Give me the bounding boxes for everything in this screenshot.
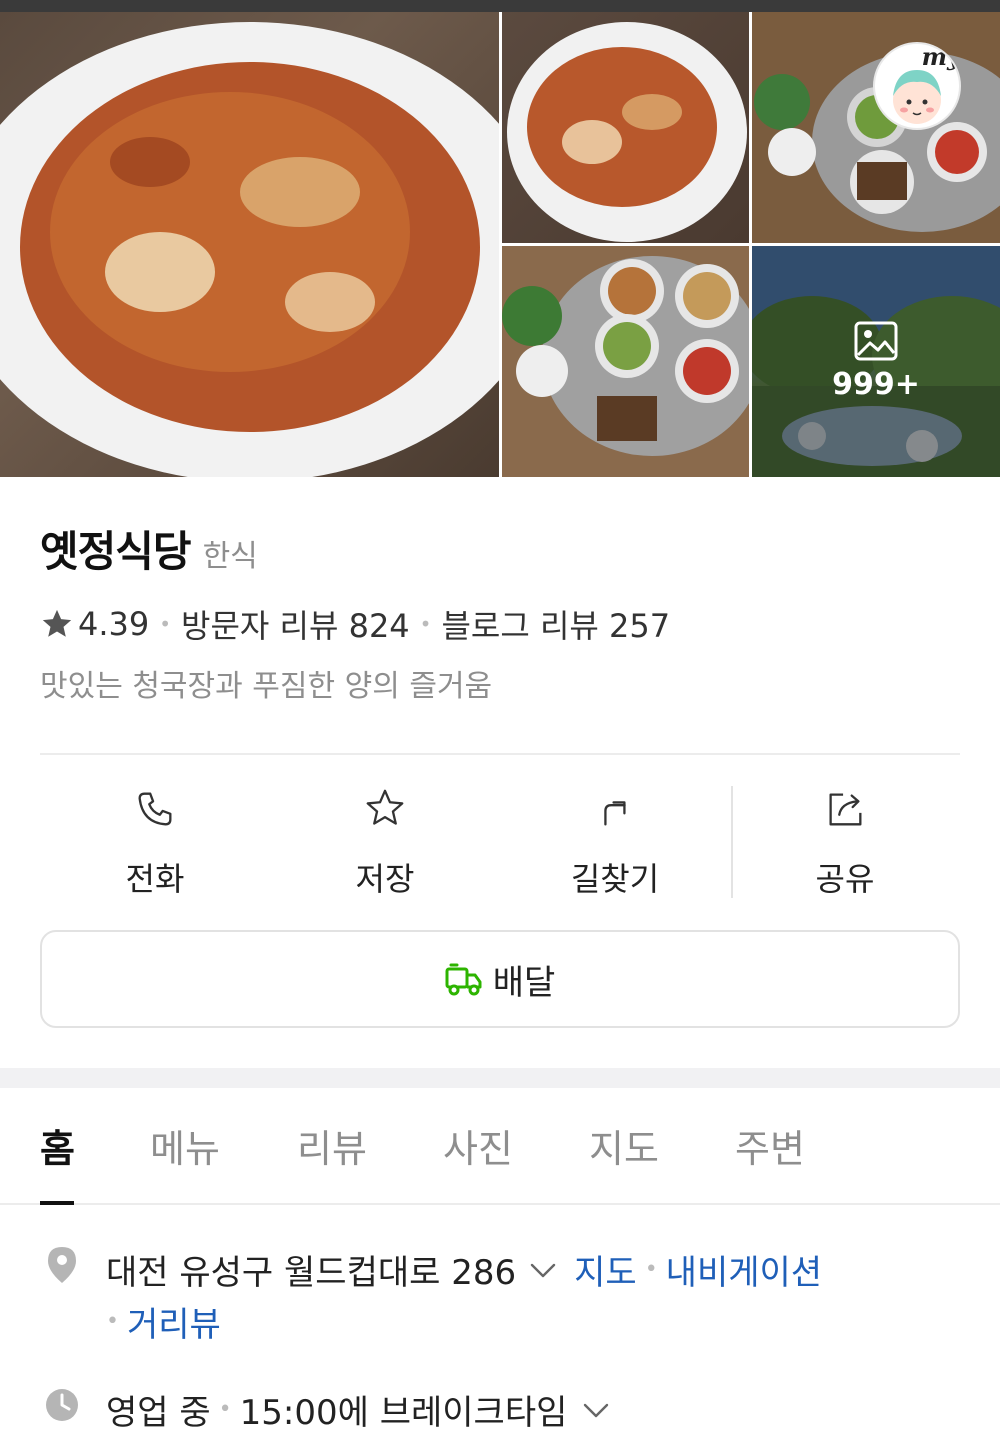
gallery-photo-2[interactable] — [502, 12, 749, 243]
chevron-down-icon[interactable] — [526, 1253, 560, 1287]
active-tab-indicator — [40, 1201, 74, 1205]
share-icon — [829, 793, 862, 826]
star-outline-icon — [366, 789, 404, 825]
visitor-reviews-link[interactable]: 방문자 리뷰 824 — [181, 601, 410, 647]
top-status-strip — [0, 0, 1000, 12]
gallery-photo-4[interactable] — [502, 246, 749, 477]
directions-button[interactable]: 길찾기 — [500, 780, 730, 900]
food-plate-illustration — [0, 22, 499, 477]
delivery-button[interactable]: 배달 — [40, 930, 960, 1028]
title-row: 옛정식당 한식 — [40, 518, 960, 579]
main-food-photo[interactable] — [0, 12, 499, 477]
place-info: 옛정식당 한식 4.39 • 방문자 리뷰 824 • 블로그 리뷰 257 맛… — [40, 518, 960, 705]
separator-dot: • — [644, 1257, 658, 1282]
photo-count: 999+ — [832, 367, 920, 402]
hours-line: 영업 중 • 15:00에 브레이크타임 — [106, 1385, 613, 1434]
tab-photos[interactable]: 사진 — [443, 1118, 513, 1173]
action-bar: 전화 저장 길찾기 공유 — [40, 780, 960, 900]
stats-row: 4.39 • 방문자 리뷰 824 • 블로그 리뷰 257 — [40, 601, 960, 647]
hours-detail: 15:00에 브레이크타임 — [239, 1393, 568, 1433]
blog-reviews-link[interactable]: 블로그 리뷰 257 — [441, 601, 670, 647]
place-category: 한식 — [202, 539, 258, 574]
tab-bar: 홈 메뉴 리뷰 사진 지도 주변 — [0, 1088, 1000, 1205]
gallery-photo-more[interactable]: 999+ — [752, 246, 1000, 477]
address-line: 대전 유성구 월드컵대로 286 지도 • 내비게이션 — [106, 1245, 822, 1294]
star-filled-icon — [42, 609, 72, 637]
address-text: 대전 유성구 월드컵대로 286 — [106, 1253, 517, 1293]
open-status: 영업 중 — [106, 1393, 211, 1433]
call-button[interactable]: 전화 — [40, 780, 270, 900]
image-icon — [854, 321, 898, 361]
clock-icon — [46, 1389, 78, 1421]
delivery-label: 배달 — [492, 962, 556, 1003]
phone-icon — [138, 792, 172, 826]
my-badge-label: my — [921, 42, 961, 71]
place-description: 맛있는 청국장과 푸짐한 양의 즐거움 — [40, 669, 493, 704]
location-pin-icon — [48, 1247, 76, 1283]
more-photos-overlay: 999+ — [752, 246, 1000, 477]
delivery-truck-icon — [445, 963, 482, 996]
food-plate-illustration — [507, 22, 747, 242]
my-profile-badge[interactable]: my — [873, 42, 961, 130]
share-button[interactable]: 공유 — [730, 780, 960, 900]
action-separator — [731, 786, 733, 898]
call-label: 전화 — [125, 860, 185, 898]
street-view-link[interactable]: 거리뷰 — [127, 1297, 221, 1346]
map-link[interactable]: 지도 — [574, 1245, 637, 1294]
separator-dot: • — [106, 1309, 119, 1334]
separator-dot: • — [218, 1397, 232, 1422]
chevron-down-icon[interactable] — [579, 1393, 613, 1427]
section-gap — [0, 1068, 1000, 1088]
place-name: 옛정식당 — [40, 527, 192, 576]
directions-arrow-icon — [604, 801, 626, 826]
gallery-photo-3[interactable] — [752, 12, 1000, 243]
divider — [40, 753, 960, 755]
address-line-2: • 거리뷰 — [106, 1297, 221, 1346]
side-dishes-illustration — [752, 12, 1000, 243]
tab-home[interactable]: 홈 — [40, 1118, 75, 1173]
tab-menu[interactable]: 메뉴 — [150, 1118, 220, 1173]
tab-reviews[interactable]: 리뷰 — [297, 1118, 367, 1173]
separator-dot: • — [419, 612, 432, 636]
navigation-link[interactable]: 내비게이션 — [666, 1245, 822, 1294]
photo-gallery: 999+ my — [0, 12, 1000, 477]
separator-dot: • — [159, 612, 172, 636]
tab-map[interactable]: 지도 — [589, 1118, 659, 1173]
side-dishes-illustration — [502, 246, 749, 477]
share-label: 공유 — [815, 860, 875, 898]
directions-label: 길찾기 — [570, 860, 660, 898]
rating-value: 4.39 — [78, 605, 150, 643]
tab-nearby[interactable]: 주변 — [735, 1118, 805, 1173]
save-button[interactable]: 저장 — [270, 780, 500, 900]
save-label: 저장 — [355, 860, 415, 898]
